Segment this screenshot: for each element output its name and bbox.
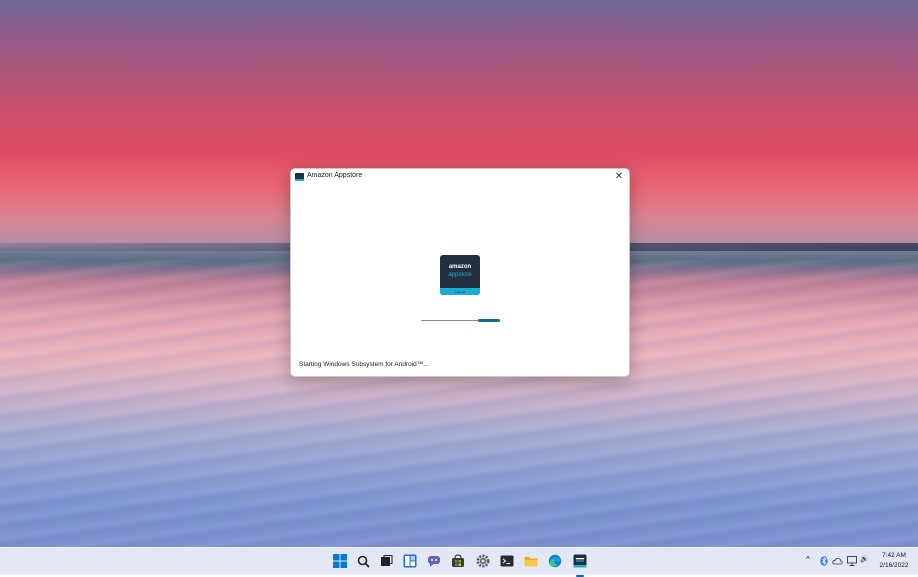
close-button[interactable]: ✕ — [611, 169, 627, 185]
network-icon[interactable] — [847, 556, 858, 568]
amazon-appstore-logo: amazon appstore Android — [440, 255, 480, 295]
logo-appstore-text: appstore — [448, 272, 472, 278]
progress-indicator — [478, 319, 500, 322]
logo-band-text: Android — [454, 290, 466, 294]
amazon-appstore-icon — [295, 173, 304, 181]
edge-icon[interactable] — [547, 553, 563, 569]
status-text: Starting Windows Subsystem for Android™.… — [299, 361, 429, 368]
task-view-icon[interactable] — [378, 553, 394, 569]
dialog-titlebar[interactable]: Amazon Appstore ✕ — [291, 169, 629, 185]
clock-date: 2/16/2022 — [879, 562, 909, 569]
volume-icon[interactable]: 🔊 — [860, 555, 869, 563]
dialog-title: Amazon Appstore — [307, 172, 363, 179]
tray-overflow-chevron-icon[interactable]: ^ — [806, 555, 810, 564]
amazon-appstore-dialog: Amazon Appstore ✕ amazon appstore Androi… — [290, 168, 630, 377]
taskbar-clock[interactable]: 7:42 AM 2/16/2022 — [872, 551, 916, 571]
chat-icon[interactable] — [426, 553, 442, 569]
progress-bar — [421, 319, 500, 322]
file-explorer-icon[interactable] — [523, 553, 539, 569]
search-icon[interactable] — [355, 553, 371, 569]
microsoft-store-icon[interactable] — [450, 553, 466, 569]
onedrive-cloud-icon[interactable] — [832, 557, 843, 567]
clock-time: 7:42 AM — [882, 552, 906, 559]
settings-icon[interactable] — [475, 553, 491, 569]
bluetooth-icon[interactable] — [820, 556, 828, 568]
windows-start-icon[interactable] — [332, 553, 348, 569]
taskbar: ^ 🔊 7:42 AM 2/16/2022 — [0, 547, 918, 577]
terminal-icon[interactable] — [499, 553, 515, 569]
logo-amazon-text: amazon — [448, 264, 472, 270]
widgets-icon[interactable] — [402, 553, 418, 569]
amazon-appstore-taskbar-icon[interactable] — [572, 553, 588, 577]
